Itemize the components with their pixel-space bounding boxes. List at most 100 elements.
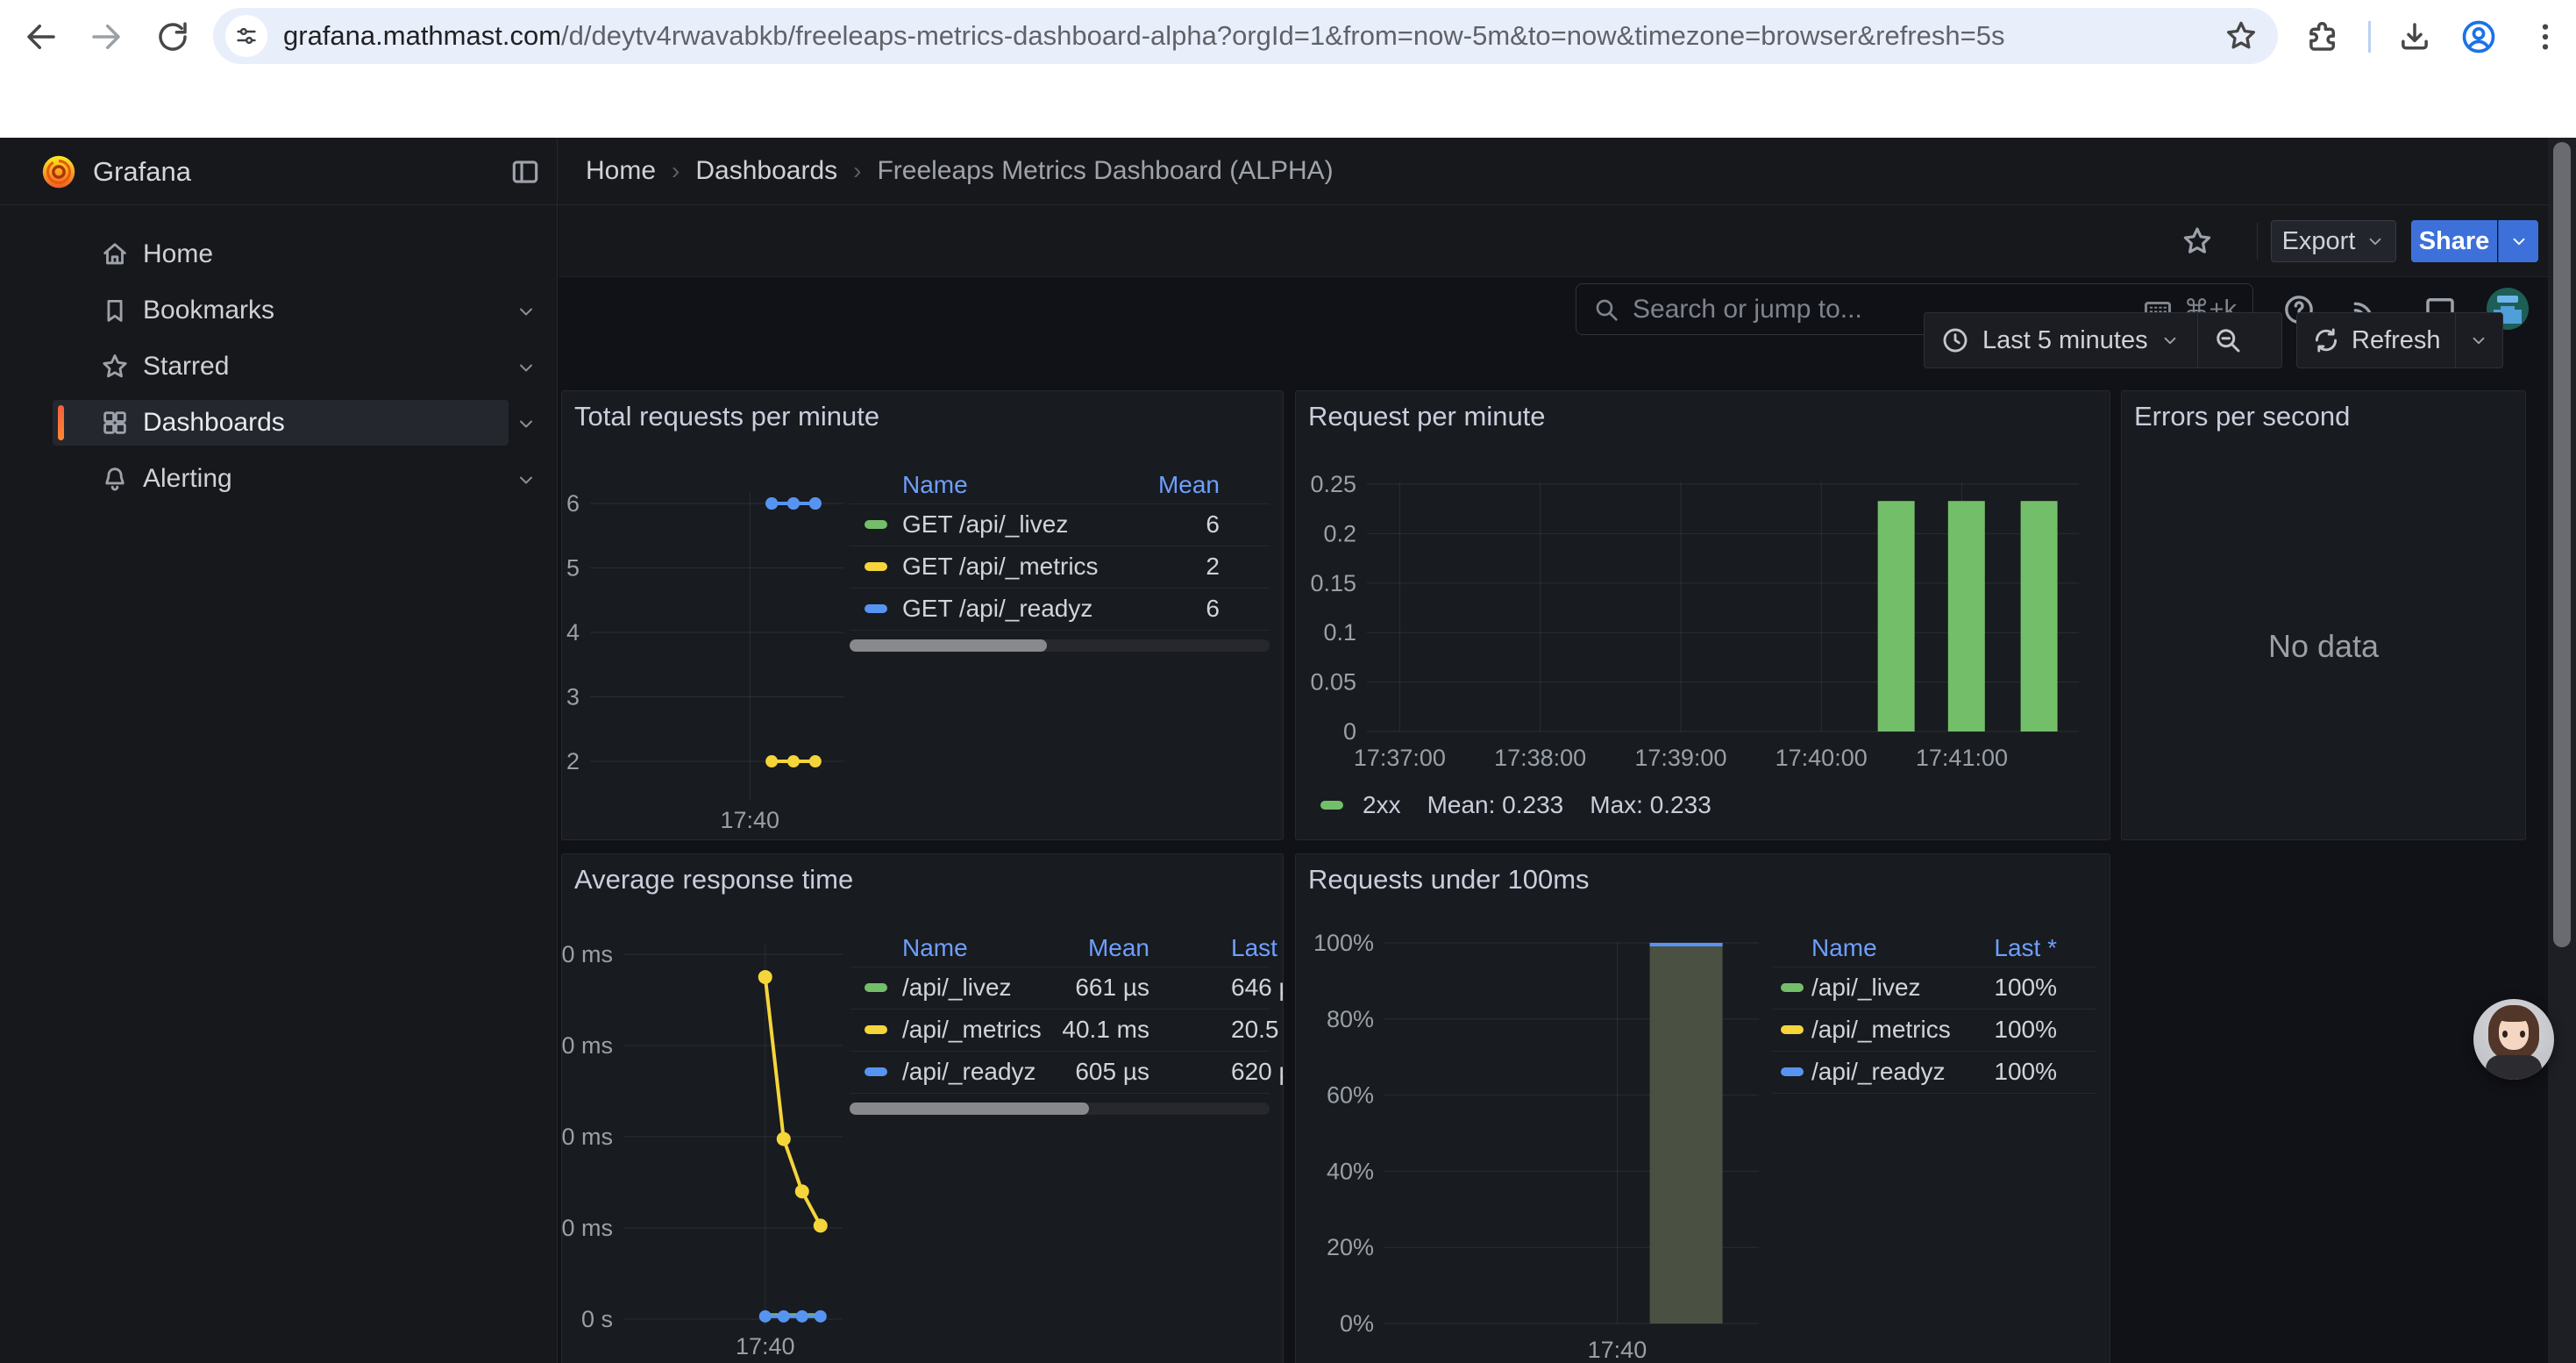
svg-text:40%: 40%: [1327, 1158, 1374, 1184]
svg-text:20 ms: 20 ms: [562, 1215, 613, 1241]
legend-scrollbar[interactable]: [850, 1103, 1270, 1115]
profile-icon[interactable]: [2459, 18, 2498, 56]
breadcrumb-home[interactable]: Home: [586, 156, 656, 186]
series-swatch: [1781, 983, 1804, 992]
legend-scrollbar-thumb[interactable]: [850, 639, 1047, 652]
browser-toolbar: grafana.mathmast.com/d/deytv4rwavabkb/fr…: [0, 0, 2576, 74]
export-button[interactable]: Export: [2271, 220, 2396, 262]
toolbar-divider: [2257, 223, 2258, 260]
legend-value: 605 µs: [922, 1058, 1149, 1086]
url-bar[interactable]: grafana.mathmast.com/d/deytv4rwavabkb/fr…: [213, 8, 2278, 64]
breadcrumb-separator: ›: [853, 157, 861, 185]
reload-icon[interactable]: [154, 18, 191, 55]
panel-average-response-time[interactable]: Average response time 80 ms60 ms40 ms20 …: [561, 853, 1284, 1363]
svg-text:0.05: 0.05: [1310, 669, 1356, 696]
svg-text:0.2: 0.2: [1323, 520, 1356, 546]
svg-text:60%: 60%: [1327, 1082, 1374, 1109]
bell-icon: [100, 464, 130, 494]
extensions-icon[interactable]: [2304, 18, 2341, 55]
panel-errors-per-second[interactable]: Errors per second No data: [2121, 390, 2526, 840]
chevron-down-icon[interactable]: [516, 413, 537, 434]
panel-title[interactable]: Errors per second: [2134, 401, 2350, 432]
chart-p5: 100%80%60%40%20%0%17:40: [1296, 854, 2110, 1363]
sidebar-item-home[interactable]: Home: [0, 230, 558, 279]
bookmark-icon: [100, 296, 130, 325]
legend-col-last[interactable]: Last *: [1829, 934, 2057, 962]
series-name: 2xx: [1363, 791, 1401, 819]
svg-text:80 ms: 80 ms: [562, 941, 613, 967]
site-settings-chip[interactable]: [225, 15, 267, 57]
table-separator: [1772, 1009, 2096, 1010]
zoom-out-icon[interactable]: [2212, 325, 2244, 356]
share-menu-button[interactable]: [2498, 220, 2538, 262]
url-text[interactable]: grafana.mathmast.com/d/deytv4rwavabkb/fr…: [283, 20, 2224, 52]
menu-kebab-icon[interactable]: [2527, 18, 2564, 55]
legend-col-name[interactable]: Name: [902, 471, 968, 499]
svg-text:6: 6: [566, 490, 580, 517]
panel-request-per-minute[interactable]: Request per minute 0.250.20.150.10.05017…: [1295, 390, 2110, 840]
series-swatch: [1320, 801, 1343, 810]
breadcrumb: Home › Dashboards › Freeleaps Metrics Da…: [586, 138, 1334, 204]
series-swatch: [1781, 1067, 1804, 1076]
no-data-message: No data: [2122, 628, 2525, 665]
downloads-icon[interactable]: [2396, 18, 2433, 55]
legend-col-mean[interactable]: Mean: [992, 471, 1220, 499]
legend-value: 100%: [1829, 1016, 2057, 1044]
share-button[interactable]: Share: [2411, 220, 2497, 262]
legend-scrollbar-thumb[interactable]: [850, 1103, 1089, 1115]
tune-icon: [233, 23, 260, 49]
svg-text:0.25: 0.25: [1310, 471, 1356, 497]
dock-menu-icon[interactable]: [509, 155, 542, 189]
chevron-down-icon[interactable]: [516, 357, 537, 378]
divider: [2197, 312, 2198, 368]
svg-text:40 ms: 40 ms: [562, 1124, 613, 1150]
scrollbar-thumb[interactable]: [2553, 142, 2571, 947]
sidebar-item-alerting[interactable]: Alerting: [0, 454, 558, 503]
chevron-down-icon: [2366, 232, 2385, 251]
panel-total-requests[interactable]: Total requests per minute 6543217:40 Nam…: [561, 390, 1284, 840]
assistant-avatar[interactable]: [2473, 999, 2554, 1080]
bookmark-star-icon[interactable]: [2224, 18, 2259, 54]
series-swatch: [865, 1067, 887, 1076]
sidebar-item-starred[interactable]: Starred: [0, 342, 558, 391]
svg-text:2: 2: [566, 748, 580, 774]
table-separator: [850, 1009, 1270, 1010]
time-range-label[interactable]: Last 5 minutes: [1982, 326, 2148, 355]
sidebar-item-dashboards[interactable]: Dashboards: [0, 398, 558, 447]
refresh-icon: [2311, 325, 2341, 355]
grafana-logo-icon[interactable]: [39, 152, 79, 192]
legend-col-mean[interactable]: Mean: [922, 934, 1149, 962]
series-swatch: [865, 562, 887, 571]
series-swatch: [865, 604, 887, 613]
svg-text:17:41:00: 17:41:00: [1916, 745, 2008, 771]
favorite-star-icon[interactable]: [2181, 225, 2214, 258]
svg-text:4: 4: [566, 619, 580, 646]
table-separator: [850, 588, 1270, 589]
time-range-controls: Last 5 minutes: [1924, 312, 2282, 368]
legend-scrollbar[interactable]: [850, 639, 1270, 652]
table-separator: [1772, 1051, 2096, 1052]
back-icon[interactable]: [23, 18, 60, 55]
svg-text:0 s: 0 s: [581, 1306, 613, 1332]
svg-text:80%: 80%: [1327, 1006, 1374, 1032]
legend-value: 2: [992, 553, 1220, 581]
forward-icon[interactable]: [88, 18, 125, 55]
breadcrumb-dashboards[interactable]: Dashboards: [695, 156, 837, 186]
svg-text:17:38:00: 17:38:00: [1494, 745, 1586, 771]
legend-item-2xx[interactable]: 2xx Mean: 0.233 Max: 0.233: [1320, 791, 1711, 819]
legend-value: 646 µs: [1231, 974, 1284, 1002]
chevron-down-icon[interactable]: [2469, 331, 2488, 350]
clock-icon: [1940, 325, 1970, 355]
chevron-down-icon[interactable]: [516, 469, 537, 490]
legend-col-last[interactable]: Last *: [1231, 934, 1284, 962]
page-scrollbar[interactable]: [2548, 138, 2576, 1363]
chevron-down-icon[interactable]: [516, 301, 537, 322]
panel-requests-under-100ms[interactable]: Requests under 100ms 100%80%60%40%20%0%1…: [1295, 853, 2110, 1363]
refresh-label[interactable]: Refresh: [2352, 326, 2441, 355]
toolbar-divider: [2368, 21, 2371, 53]
sidebar-item-bookmarks[interactable]: Bookmarks: [0, 286, 558, 335]
sidebar-item-label: Home: [143, 239, 213, 269]
avatar-body: [2486, 1055, 2542, 1080]
legend-value: 40.1 ms: [922, 1016, 1149, 1044]
svg-text:3: 3: [566, 684, 580, 710]
